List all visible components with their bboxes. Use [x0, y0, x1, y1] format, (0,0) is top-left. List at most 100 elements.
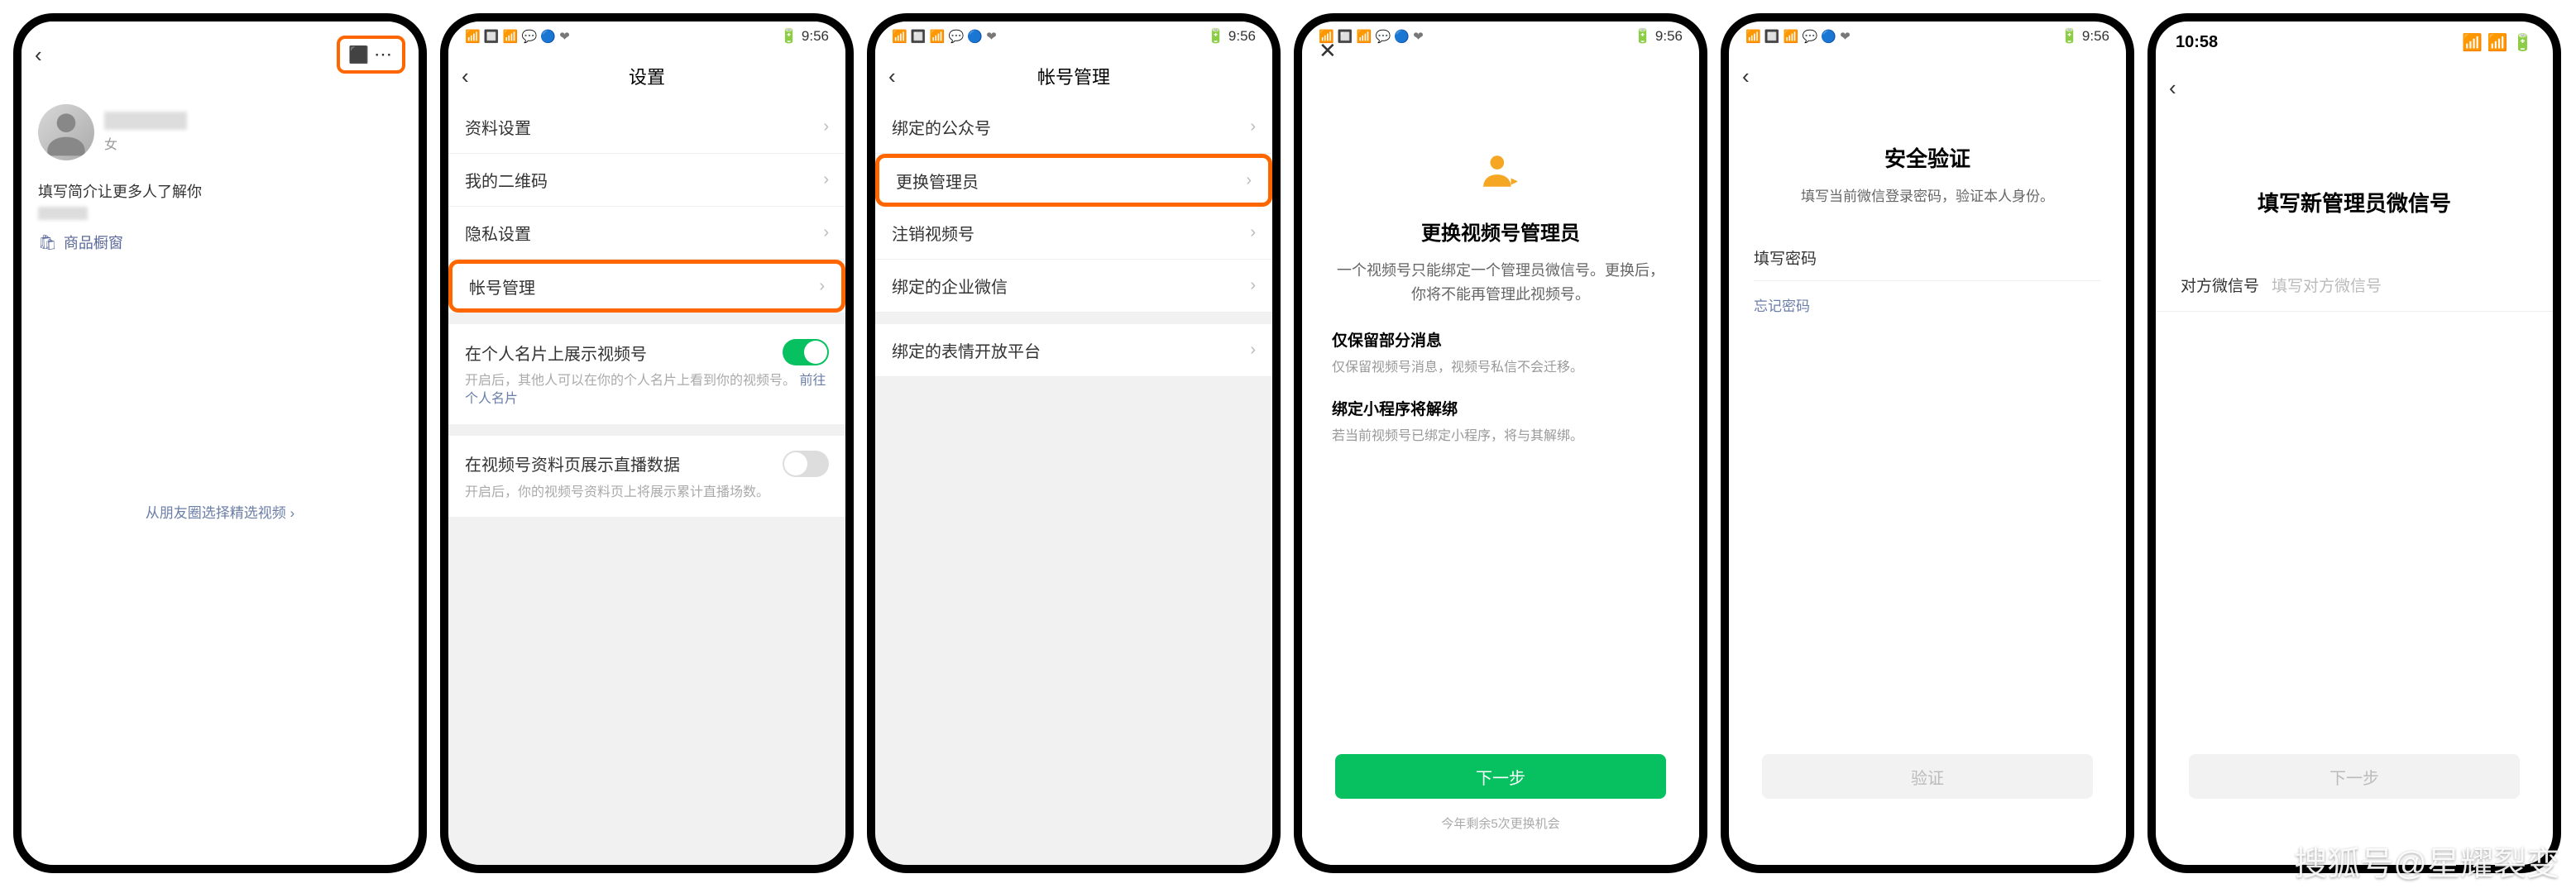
nav-bar: ‹ ⬛ ⋯ — [22, 21, 419, 88]
chevron-right-icon: › — [1250, 223, 1256, 242]
profile-sub-blurred — [38, 207, 88, 220]
info-unbind-miniprogram: 绑定小程序将解绑 若当前视频号已绑定小程序，将与其解绑。 — [1332, 397, 1669, 444]
switch-show-on-card[interactable] — [783, 339, 829, 365]
chevron-right-icon: › — [823, 223, 829, 242]
info-desc: 仅保留视频号消息，视频号私信不会迁移。 — [1332, 356, 1669, 375]
chevron-right-icon: › — [819, 277, 825, 296]
select-video-link[interactable]: 从朋友圈选择精选视频 › — [22, 501, 419, 522]
next-button[interactable]: 下一步 — [2189, 754, 2520, 799]
phone-new-admin-wechat: 10:58 📶 📶 🔋 ‹ 填写新管理员微信号 对方微信号 填写对方微信号 下一… — [2147, 13, 2561, 873]
profile-gender: 女 — [104, 133, 402, 153]
status-left: 📶 🔲 📶 💬 🔵 ❤ — [1745, 29, 1851, 44]
list-item-profile-settings[interactable]: 资料设置 › — [448, 101, 845, 154]
watermark: 搜狐号@星耀裂变 — [2294, 837, 2559, 885]
status-bar: 📶 🔲 📶 💬 🔵 ❤ 🔋 9:56 — [448, 21, 845, 51]
password-field[interactable]: 填写密码 — [1754, 246, 2101, 281]
phone-account-management: 📶 🔲 📶 💬 🔵 ❤ 🔋 9:56 ‹ 帐号管理 绑定的公众号 › 更换管理员… — [867, 13, 1281, 873]
avatar[interactable] — [38, 104, 94, 160]
page-title: 更换视频号管理员 — [1332, 217, 1669, 246]
info-title: 仅保留部分消息 — [1332, 328, 1669, 351]
forgot-password-link[interactable]: 忘记密码 — [1754, 294, 2101, 315]
nav-bar: ‹ — [2156, 63, 2553, 112]
close-icon[interactable]: ✕ — [1319, 38, 1337, 64]
list-label: 资料设置 — [465, 115, 531, 139]
chevron-right-icon: › — [823, 117, 829, 136]
field-label: 对方微信号 — [2181, 274, 2272, 296]
profile-bio[interactable]: 填写简介让更多人了解你 — [38, 180, 402, 202]
list-label: 帐号管理 — [469, 275, 535, 298]
list-item-account-management[interactable]: 帐号管理 › — [448, 260, 845, 313]
list-label: 绑定的公众号 — [892, 115, 991, 139]
list-label: 隐私设置 — [465, 221, 531, 245]
list-label: 绑定的表情开放平台 — [892, 338, 1041, 362]
shop-icon: ⬛ — [348, 45, 369, 65]
toggle-show-live-data: 在视频号资料页展示直播数据 开启后，你的视频号资料页上将展示累计直播场数。 — [448, 436, 845, 517]
toggle-desc: 开启后，你的视频号资料页上将展示累计直播场数。 — [465, 484, 829, 502]
nav-title: 设置 — [629, 63, 665, 89]
more-icon[interactable]: ⋯ — [374, 44, 394, 65]
status-left: 📶 🔲 📶 💬 🔵 ❤ — [892, 29, 997, 44]
more-actions-highlighted[interactable]: ⬛ ⋯ — [337, 36, 405, 74]
list-item-privacy[interactable]: 隐私设置 › — [448, 207, 845, 260]
chevron-right-icon: › — [1250, 341, 1256, 360]
status-bar: 📶 🔲 📶 💬 🔵 ❤ 🔋 9:56 — [875, 21, 1272, 51]
list-label: 我的二维码 — [465, 168, 548, 192]
list-item-bind-sticker-platform[interactable]: 绑定的表情开放平台 › — [875, 324, 1272, 377]
chevron-right-icon: › — [823, 170, 829, 189]
phone-security-verify: 📶 🔲 📶 💬 🔵 ❤ 🔋 9:56 ‹ 安全验证 填写当前微信登录密码，验证本… — [1721, 13, 2134, 873]
back-icon[interactable]: ‹ — [1742, 64, 1750, 89]
status-right: 🔋 9:56 — [1207, 28, 1256, 45]
admin-transfer-icon — [1480, 150, 1521, 192]
wechat-id-field[interactable]: 对方微信号 填写对方微信号 — [2156, 259, 2553, 312]
info-desc: 若当前视频号已绑定小程序，将与其解绑。 — [1332, 424, 1669, 444]
field-placeholder[interactable]: 填写对方微信号 — [2272, 274, 2528, 296]
status-right: 🔋 9:56 — [1634, 28, 1683, 45]
nav-title: 帐号管理 — [1037, 63, 1110, 89]
toggle-show-on-card: 在个人名片上展示视频号 开启后，其他人可以在你的个人名片上看到你的视频号。 前往… — [448, 324, 845, 424]
status-icons: 📶 📶 🔋 — [2462, 32, 2533, 53]
nav-bar: ‹ 设置 — [448, 51, 845, 101]
back-icon[interactable]: ‹ — [35, 42, 42, 68]
shop-link[interactable]: 🛍 商品橱窗 — [38, 232, 402, 253]
status-right: 🔋 9:56 — [780, 28, 829, 45]
nav-bar: ‹ 帐号管理 — [875, 51, 1272, 101]
back-icon[interactable]: ‹ — [462, 64, 469, 89]
status-time: 10:58 — [2176, 33, 2218, 52]
info-title: 绑定小程序将解绑 — [1332, 397, 1669, 419]
shop-link-label: 商品橱窗 — [64, 232, 123, 253]
list-item-deregister[interactable]: 注销视频号 › — [875, 207, 1272, 260]
footer-note: 今年剩余5次更换机会 — [1302, 814, 1699, 832]
page-desc: 一个视频号只能绑定一个管理员微信号。更换后，你将不能再管理此视频号。 — [1332, 259, 1669, 307]
form-title: 填写新管理员微信号 — [2156, 187, 2553, 217]
list-label: 绑定的企业微信 — [892, 274, 1008, 298]
toggle-label: 在个人名片上展示视频号 — [465, 341, 647, 365]
profile-area: 女 填写简介让更多人了解你 🛍 商品橱窗 — [22, 88, 419, 270]
verify-title: 安全验证 — [1729, 142, 2126, 173]
info-keep-messages: 仅保留部分消息 仅保留视频号消息，视频号私信不会迁移。 — [1332, 328, 1669, 375]
chevron-right-icon: › — [1250, 117, 1256, 136]
phone-change-admin: 📶 🔲 📶 💬 🔵 ❤ 🔋 9:56 ✕ 更换视频号管理员 一个视频号只能绑定一… — [1294, 13, 1707, 873]
phone-settings: 📶 🔲 📶 💬 🔵 ❤ 🔋 9:56 ‹ 设置 资料设置 › 我的二维码 › 隐… — [440, 13, 854, 873]
list-label: 注销视频号 — [892, 221, 974, 245]
chevron-right-icon: › — [1250, 276, 1256, 295]
phone-profile: ‹ ⬛ ⋯ 女 填写简介让更多人了解你 🛍 商品橱窗 从朋友圈选择精选视频 › — [13, 13, 427, 873]
list-item-bind-wecom[interactable]: 绑定的企业微信 › — [875, 260, 1272, 313]
status-bar: 📶 🔲 📶 💬 🔵 ❤ 🔋 9:56 — [1302, 21, 1699, 51]
list-item-bind-official-account[interactable]: 绑定的公众号 › — [875, 101, 1272, 154]
status-left: 📶 🔲 📶 💬 🔵 ❤ — [465, 29, 570, 44]
nav-bar: ‹ — [1729, 51, 2126, 101]
list-item-qrcode[interactable]: 我的二维码 › — [448, 154, 845, 207]
next-button[interactable]: 下一步 — [1335, 754, 1666, 799]
verify-desc: 填写当前微信登录密码，验证本人身份。 — [1729, 184, 2126, 205]
status-bar: 10:58 📶 📶 🔋 — [2156, 21, 2553, 63]
verify-button[interactable]: 验证 — [1762, 754, 2093, 799]
profile-name-blurred — [104, 112, 187, 130]
toggle-label: 在视频号资料页展示直播数据 — [465, 451, 680, 475]
list-label: 更换管理员 — [896, 169, 979, 193]
back-icon[interactable]: ‹ — [888, 64, 896, 89]
back-icon[interactable]: ‹ — [2169, 75, 2176, 101]
status-bar: 📶 🔲 📶 💬 🔵 ❤ 🔋 9:56 — [1729, 21, 2126, 51]
list-item-change-admin[interactable]: 更换管理员 › — [875, 154, 1272, 207]
chevron-right-icon: › — [1246, 171, 1252, 190]
switch-show-live-data[interactable] — [783, 451, 829, 477]
